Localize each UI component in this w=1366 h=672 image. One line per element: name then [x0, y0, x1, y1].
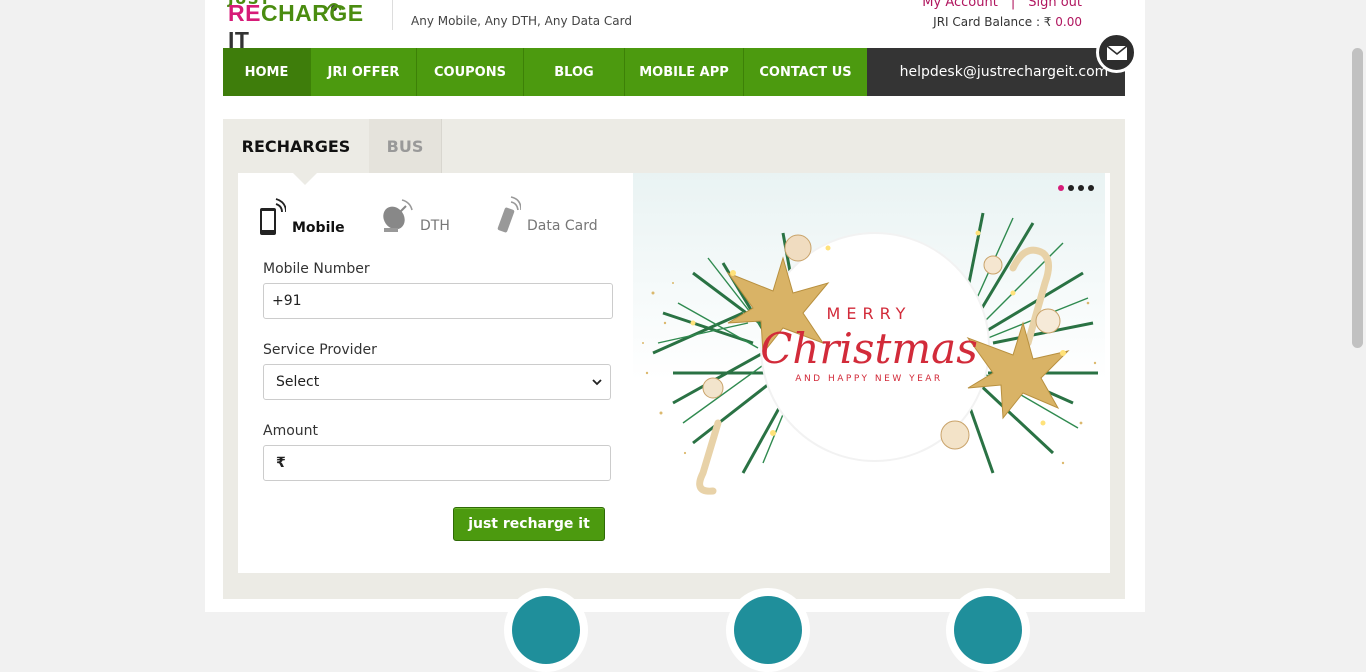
banner-christmas: Christmas — [760, 324, 978, 373]
satellite-dish-icon — [383, 199, 413, 232]
christmas-illustration: MERRY Christmas AND HAPPY NEW YEAR — [642, 212, 1098, 495]
promo-banner[interactable]: MERRY Christmas AND HAPPY NEW YEAR — [633, 173, 1105, 518]
service-data-card[interactable]: Data Card — [497, 196, 598, 234]
tab-recharges[interactable]: RECHARGES — [223, 119, 370, 173]
slider-dots — [1058, 185, 1094, 191]
card-balance: JRI Card Balance : ₹ 0.00 — [933, 15, 1082, 29]
nav-coupons[interactable]: COUPONS — [417, 48, 524, 96]
service-provider-label: Service Provider — [263, 342, 377, 358]
service-dth[interactable]: DTH — [380, 196, 450, 234]
slide-dot-1[interactable] — [1058, 185, 1064, 191]
mobile-phone-icon — [260, 198, 286, 235]
service-provider-value: Select — [276, 374, 320, 390]
tab-bus[interactable]: BUS — [369, 119, 442, 173]
tagline: Any Mobile, Any DTH, Any Data Card — [411, 14, 632, 28]
scrollbar[interactable] — [1349, 0, 1366, 612]
service-provider-select[interactable]: Select — [263, 364, 611, 400]
nav-jri-offer[interactable]: JRI OFFER — [311, 48, 417, 96]
feature-circle-1[interactable] — [504, 588, 588, 672]
scrollbar-thumb[interactable] — [1352, 48, 1363, 348]
account-links: My Account | Sign out — [922, 0, 1082, 10]
service-data-card-label: Data Card — [527, 218, 598, 234]
amount-label: Amount — [263, 423, 319, 439]
slide-dot-4[interactable] — [1088, 185, 1094, 191]
rupee-icon: ₹ — [276, 455, 286, 471]
mail-icon[interactable] — [1096, 32, 1137, 73]
just-recharge-button[interactable]: just recharge it — [453, 507, 605, 541]
main-nav: HOME JRI OFFER COUPONS BLOG MOBILE APP C… — [223, 48, 867, 96]
site-logo[interactable]: JUST RECHARGE IT — [228, 0, 378, 53]
active-tab-pointer — [293, 173, 317, 185]
banner-new-year: AND HAPPY NEW YEAR — [795, 374, 942, 384]
usb-datacard-icon — [497, 196, 521, 233]
logo-divider — [392, 0, 393, 30]
link-separator: | — [1010, 0, 1016, 10]
nav-contact-us[interactable]: CONTACT US — [744, 48, 867, 96]
chevron-down-icon — [592, 378, 602, 385]
service-mobile-label: Mobile — [292, 220, 345, 236]
nav-mobile-app[interactable]: MOBILE APP — [625, 48, 744, 96]
amount-input[interactable]: ₹ — [263, 445, 611, 481]
nav-blog[interactable]: BLOG — [524, 48, 625, 96]
helpdesk-email[interactable]: helpdesk@justrechargeit.com — [867, 48, 1125, 96]
slide-dot-2[interactable] — [1068, 185, 1074, 191]
balance-value: 0.00 — [1055, 15, 1082, 29]
sign-out-link[interactable]: Sign out — [1028, 0, 1082, 10]
slide-dot-3[interactable] — [1078, 185, 1084, 191]
nav-home[interactable]: HOME — [223, 48, 311, 96]
service-dth-label: DTH — [420, 218, 450, 234]
service-mobile[interactable]: Mobile — [258, 196, 345, 236]
mobile-number-input[interactable]: +91 — [263, 283, 613, 319]
banner-merry: MERRY — [827, 304, 912, 323]
feature-circle-2[interactable] — [726, 588, 810, 672]
balance-label: JRI Card Balance : ₹ — [933, 15, 1052, 29]
mobile-number-label: Mobile Number — [263, 261, 370, 277]
feature-circle-3[interactable] — [946, 588, 1030, 672]
logo-main-text: RECHARGE IT — [228, 0, 364, 53]
my-account-link[interactable]: My Account — [922, 0, 998, 10]
